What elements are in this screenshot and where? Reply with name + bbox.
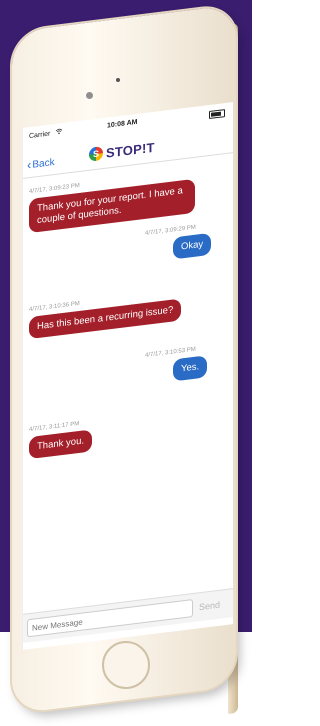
message-item: 4/7/17, 3:10:53 PM Yes. [23, 340, 233, 406]
camera-icon [86, 92, 93, 99]
home-button[interactable] [102, 641, 150, 689]
speaker-icon [116, 78, 120, 82]
carrier-label: Carrier [29, 130, 51, 141]
incoming-message-bubble: Thank you. [29, 429, 92, 460]
stopit-logo: S STOP!T [89, 137, 155, 165]
wifi-icon [55, 128, 63, 135]
logo-icon: S [89, 146, 103, 162]
outgoing-message-bubble: Yes. [173, 355, 208, 382]
new-message-input[interactable] [27, 599, 193, 638]
back-label: Back [32, 156, 55, 171]
message-item: 4/7/17, 3:11:17 PM Thank you. [23, 400, 233, 466]
back-button[interactable]: ‹Back [27, 154, 55, 173]
message-item: 4/7/17, 3:10:36 PM Has this been a recur… [23, 280, 233, 346]
chevron-left-icon: ‹ [27, 156, 32, 173]
send-button[interactable]: Send [199, 600, 220, 613]
outgoing-message-bubble: Okay [173, 232, 212, 260]
logo-text: STOP!T [106, 139, 155, 161]
battery-icon [209, 109, 225, 120]
phone-screen: Carrier 10:08 AM ‹Back S STOP!T 4/7/17, … [22, 102, 233, 650]
status-time: 10:08 AM [107, 118, 138, 130]
logo-mark-letter: S [92, 148, 99, 160]
